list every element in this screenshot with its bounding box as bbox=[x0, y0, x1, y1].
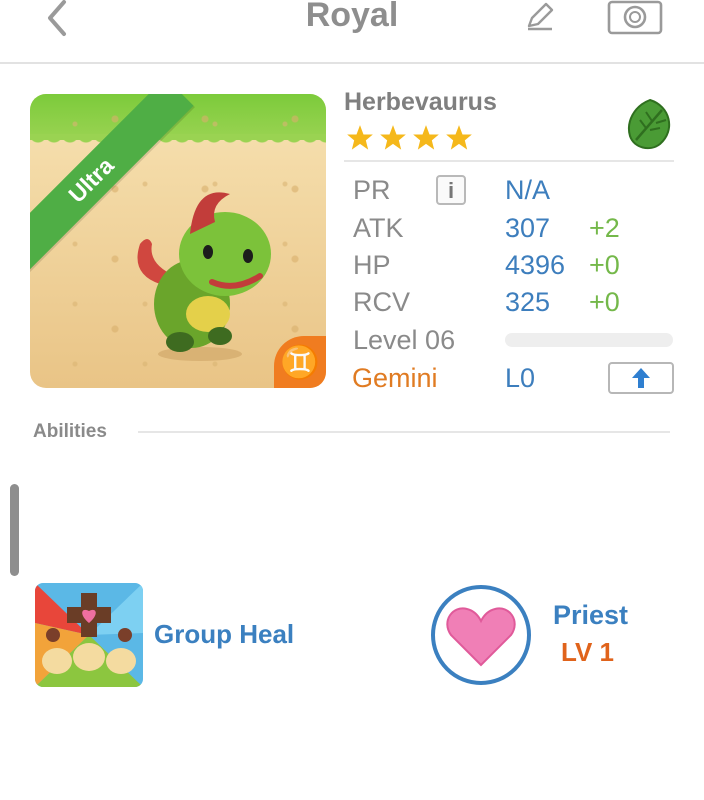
info-button[interactable]: i bbox=[436, 175, 466, 205]
skill-name[interactable]: Group Heal bbox=[154, 619, 294, 650]
level-label: Level 06 bbox=[353, 325, 456, 355]
info-icon: i bbox=[447, 178, 455, 203]
gemini-icon: ♊ bbox=[274, 336, 326, 388]
level-progress-bar bbox=[505, 333, 673, 347]
stat-label-hp: HP bbox=[353, 250, 391, 280]
stat-label-atk: ATK bbox=[353, 213, 404, 243]
divider bbox=[138, 431, 670, 433]
creature-portrait[interactable]: Ultra ♊ bbox=[30, 94, 326, 388]
stat-label-pr: PR bbox=[353, 175, 391, 205]
stat-bonus-atk: +2 bbox=[589, 213, 620, 243]
star-icon bbox=[413, 125, 439, 150]
top-bar: Royal bbox=[0, 0, 704, 64]
star-icon bbox=[347, 125, 373, 150]
page-title: Royal bbox=[305, 0, 399, 34]
abilities-heading: Abilities bbox=[33, 421, 107, 442]
pencil-icon bbox=[527, 2, 554, 31]
upgrade-button[interactable] bbox=[608, 362, 674, 394]
stat-bonus-rcv: +0 bbox=[589, 287, 620, 317]
stat-value-pr: N/A bbox=[505, 175, 551, 205]
leaf-icon bbox=[628, 98, 670, 150]
zodiac-sign-name: Gemini bbox=[352, 363, 438, 393]
stat-value-hp: 4396 bbox=[505, 250, 566, 280]
camera-button[interactable] bbox=[606, 0, 664, 36]
priest-role-icon[interactable] bbox=[429, 583, 533, 687]
star-rating bbox=[346, 124, 473, 158]
stat-label-rcv: RCV bbox=[353, 287, 411, 317]
stat-bonus-hp: +0 bbox=[589, 250, 620, 280]
stat-value-rcv: 325 bbox=[505, 287, 551, 317]
star-icon bbox=[446, 125, 472, 150]
role-level: LV 1 bbox=[561, 637, 614, 667]
heart-icon bbox=[431, 585, 531, 685]
star-icon bbox=[380, 125, 406, 150]
edit-button[interactable] bbox=[524, 0, 558, 32]
scrollbar[interactable] bbox=[10, 484, 19, 576]
arrow-up-icon bbox=[632, 368, 650, 388]
dinosaur-creature-image bbox=[137, 192, 271, 361]
creature-name: Herbevaurus bbox=[344, 88, 497, 116]
stat-value-atk: 307 bbox=[505, 213, 551, 243]
group-heal-skill-icon[interactable] bbox=[35, 583, 143, 687]
camera-icon bbox=[607, 0, 663, 35]
role-name: Priest bbox=[553, 600, 629, 630]
zodiac-sign-level: L0 bbox=[505, 363, 536, 393]
divider bbox=[344, 160, 674, 162]
heal-icon bbox=[35, 583, 143, 687]
